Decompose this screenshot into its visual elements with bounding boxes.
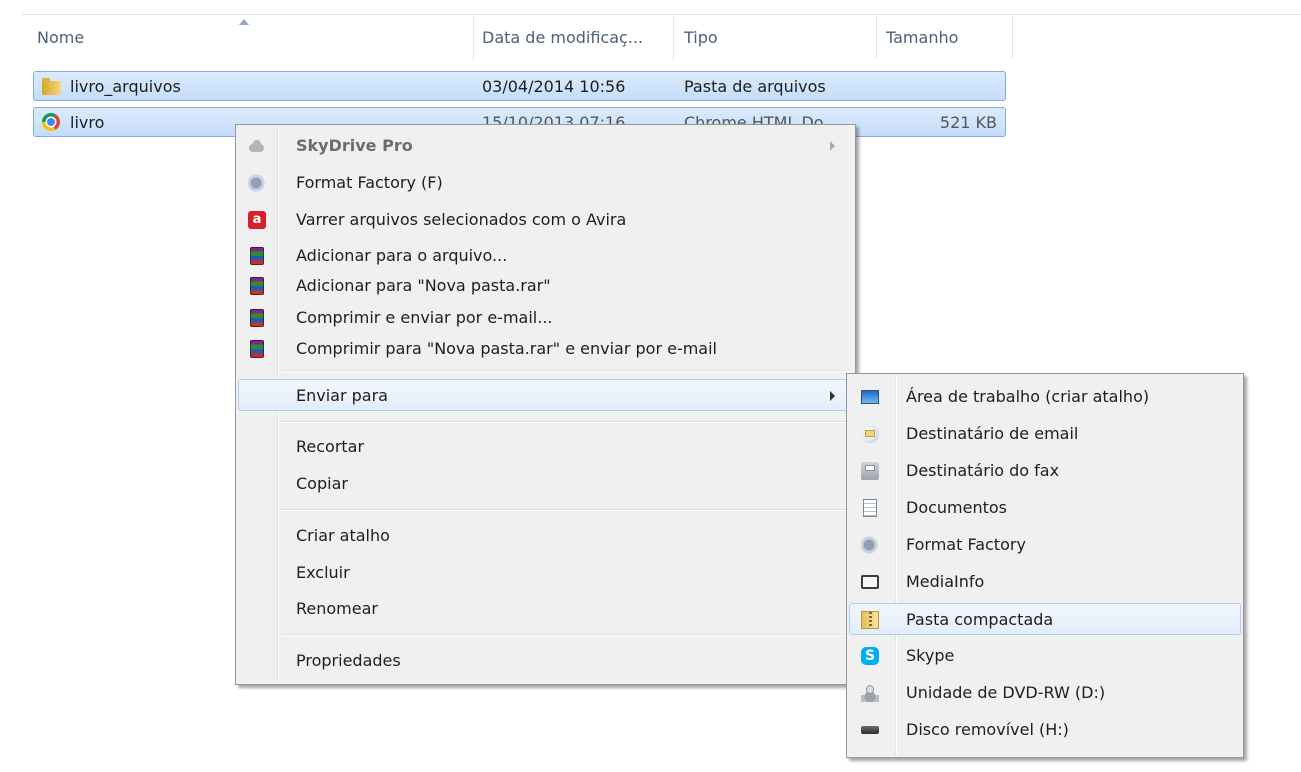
menu-item-rename[interactable]: Renomear	[238, 593, 853, 625]
column-name[interactable]: Nome	[37, 28, 84, 50]
winrar-icon	[250, 247, 264, 265]
file-date: 03/04/2014 10:56	[482, 77, 626, 96]
folder-icon	[42, 77, 62, 95]
mediainfo-icon	[861, 575, 879, 589]
winrar-icon	[250, 309, 264, 327]
menu-item-add-to-nova-pasta-rar[interactable]: Adicionar para "Nova pasta.rar"	[238, 270, 853, 302]
menu-item-properties[interactable]: Propriedades	[238, 645, 853, 677]
file-name: livro_arquivos	[70, 77, 181, 96]
format-factory-icon	[861, 536, 879, 554]
send-to-mail-recipient[interactable]: Destinatário de email	[849, 418, 1241, 450]
column-type[interactable]: Tipo	[684, 28, 718, 50]
fax-icon	[861, 462, 879, 480]
menu-item-avira-scan[interactable]: a Varrer arquivos selecionados com o Avi…	[238, 204, 853, 236]
column-date-modified[interactable]: Data de modificaç...	[482, 28, 643, 50]
documents-icon	[863, 499, 877, 517]
send-to-documents[interactable]: Documentos	[849, 492, 1241, 524]
menu-item-compress-rar-and-email[interactable]: Comprimir para "Nova pasta.rar" e enviar…	[238, 333, 853, 365]
format-factory-icon	[248, 174, 266, 192]
send-to-fax-recipient[interactable]: Destinatário do fax	[849, 455, 1241, 487]
menu-item-send-to[interactable]: Enviar para	[238, 379, 853, 411]
menu-item-create-shortcut[interactable]: Criar atalho	[238, 520, 853, 552]
send-to-skype[interactable]: S Skype	[849, 640, 1241, 672]
avira-icon: a	[248, 211, 266, 229]
menu-separator	[281, 634, 851, 636]
send-to-compressed-folder[interactable]: Pasta compactada	[849, 603, 1241, 635]
skydrive-cloud-icon	[248, 137, 266, 155]
send-to-format-factory[interactable]: Format Factory	[849, 529, 1241, 561]
menu-separator	[281, 421, 851, 423]
menu-separator	[281, 509, 851, 511]
desktop-icon	[861, 390, 879, 404]
menu-item-delete[interactable]: Excluir	[238, 557, 853, 589]
zip-folder-icon	[861, 611, 879, 629]
column-size[interactable]: Tamanho	[886, 28, 958, 50]
send-to-desktop[interactable]: Área de trabalho (criar atalho)	[849, 381, 1241, 413]
menu-item-copy[interactable]: Copiar	[238, 468, 853, 500]
header-divider	[22, 14, 1301, 15]
file-type: Pasta de arquivos	[684, 77, 826, 96]
file-row-livro-arquivos[interactable]: livro_arquivos 03/04/2014 10:56 Pasta de…	[33, 71, 1006, 101]
chrome-html-icon	[42, 113, 60, 131]
menu-separator	[281, 370, 851, 372]
column-separator[interactable]	[473, 16, 474, 60]
submenu-arrow-icon	[830, 391, 835, 401]
removable-disk-icon	[861, 726, 879, 734]
send-to-submenu: Área de trabalho (criar atalho) Destinat…	[846, 373, 1244, 758]
column-separator[interactable]	[876, 16, 877, 60]
send-to-mediainfo[interactable]: MediaInfo	[849, 566, 1241, 598]
column-separator[interactable]	[1012, 16, 1013, 60]
winrar-icon	[250, 277, 264, 295]
mail-icon	[861, 425, 879, 443]
column-header: Nome Data de modificaç... Tipo Tamanho	[0, 0, 1301, 78]
menu-item-format-factory[interactable]: Format Factory (F)	[238, 167, 853, 199]
context-menu: SkyDrive Pro Format Factory (F) a Varrer…	[235, 124, 856, 685]
file-name: livro	[70, 113, 105, 132]
menu-item-add-to-archive[interactable]: Adicionar para o arquivo...	[238, 240, 853, 272]
send-to-removable-disk[interactable]: Disco removível (H:)	[849, 714, 1241, 746]
skype-icon: S	[861, 647, 879, 665]
file-size: 521 KB	[939, 113, 997, 132]
submenu-arrow-icon	[830, 141, 835, 151]
send-to-dvd-drive[interactable]: Unidade de DVD-RW (D:)	[849, 677, 1241, 709]
column-separator[interactable]	[673, 16, 674, 60]
sort-ascending-icon	[239, 19, 249, 25]
menu-item-cut[interactable]: Recortar	[238, 431, 853, 463]
winrar-icon	[250, 340, 264, 358]
dvd-drive-icon	[861, 684, 879, 702]
menu-item-compress-and-email[interactable]: Comprimir e enviar por e-mail...	[238, 302, 853, 334]
menu-item-skydrive-pro[interactable]: SkyDrive Pro	[238, 130, 853, 162]
